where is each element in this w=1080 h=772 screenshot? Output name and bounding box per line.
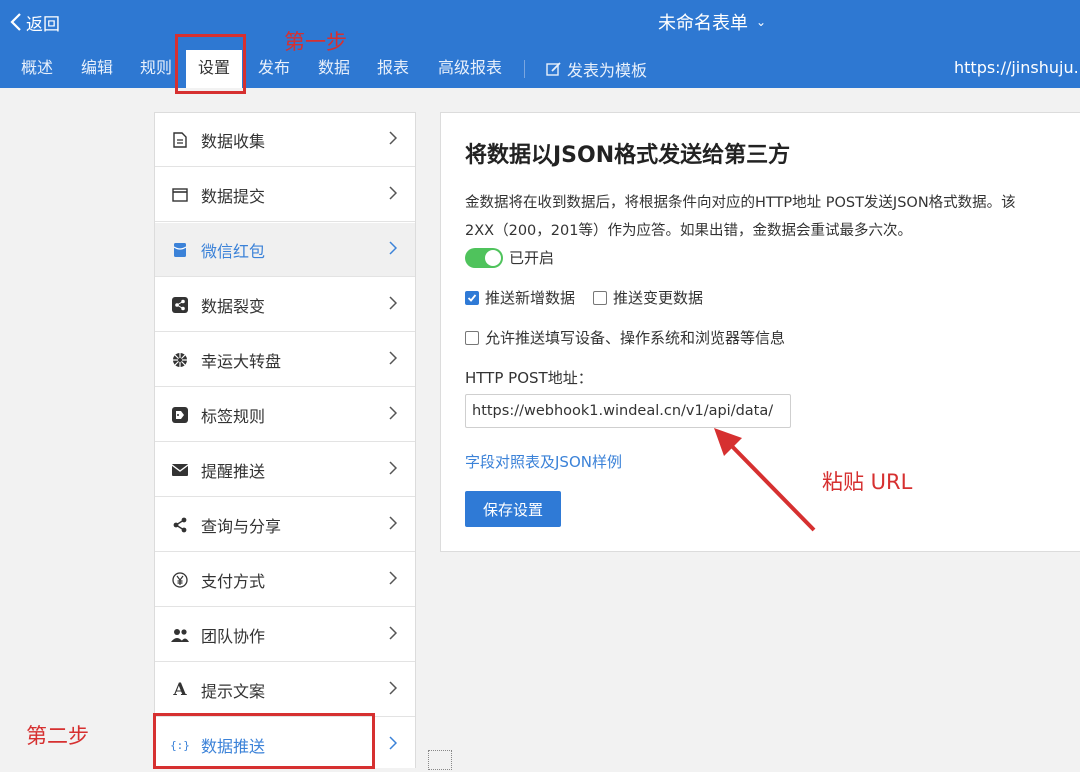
chevron-right-icon xyxy=(389,350,399,369)
chevron-down-icon: ⌄ xyxy=(756,15,767,29)
font-icon: A xyxy=(173,679,187,700)
chevron-right-icon xyxy=(389,185,399,204)
sidebar-item-label: 团队协作 xyxy=(201,626,266,646)
sidebar-item-tag-rules[interactable]: 标签规则 xyxy=(155,388,415,442)
toggle-knob xyxy=(485,249,501,266)
annotation-step1: 第一步 xyxy=(284,30,347,54)
annotation-step2: 第二步 xyxy=(26,724,89,748)
chevron-right-icon xyxy=(389,625,399,644)
top-bar: 返回 未命名表单 ⌄ 概述 编辑 规则 设置 发布 数据 报表 高级报表 发表为… xyxy=(0,0,1080,88)
edit-icon xyxy=(546,62,561,76)
settings-sidebar: 数据收集 数据提交 微信红包 数据裂变 幸运大转盘 标签规则 提醒推送 查询与分… xyxy=(154,112,416,768)
mail-icon xyxy=(171,461,189,479)
sidebar-item-label: 提醒推送 xyxy=(201,461,266,481)
nav-tabs: 概述 编辑 规则 设置 发布 数据 报表 高级报表 发表为模板 https://… xyxy=(0,50,1080,88)
share-icon xyxy=(171,516,189,534)
description-line: 金数据将在收到数据后，将根据条件向对应的HTTP地址 POST发送JSON格式数… xyxy=(465,195,1016,211)
check-icon xyxy=(467,293,477,302)
sidebar-item-prompt-text[interactable]: A 提示文案 xyxy=(155,663,415,717)
sidebar-item-label: 查询与分享 xyxy=(201,516,282,536)
annotation-arrow-icon xyxy=(714,428,816,532)
push-change-label: 推送变更数据 xyxy=(613,289,704,307)
sidebar-item-reminder-push[interactable]: 提醒推送 xyxy=(155,443,415,497)
form-url[interactable]: https://jinshuju.n xyxy=(954,50,1080,88)
window-icon xyxy=(171,186,189,204)
chevron-right-icon xyxy=(389,130,399,149)
sidebar-item-label: 数据提交 xyxy=(201,186,266,206)
chevron-right-icon xyxy=(389,515,399,534)
drag-placeholder xyxy=(428,750,452,770)
publish-template-label: 发表为模板 xyxy=(567,61,648,80)
save-settings-button[interactable]: 保存设置 xyxy=(465,491,561,527)
field-mapping-link[interactable]: 字段对照表及JSON样例 xyxy=(465,451,622,472)
push-new-checkbox[interactable] xyxy=(465,290,479,305)
sidebar-item-data-submit[interactable]: 数据提交 xyxy=(155,168,415,222)
yen-icon xyxy=(171,571,189,589)
tab-divider xyxy=(524,60,525,78)
sidebar-item-label: 标签规则 xyxy=(201,406,266,426)
toggle-label: 已开启 xyxy=(509,249,555,267)
wheel-icon xyxy=(171,351,189,369)
sidebar-item-data-collection[interactable]: 数据收集 xyxy=(155,113,415,167)
tag-icon xyxy=(171,406,189,424)
chevron-right-icon xyxy=(389,405,399,424)
sidebar-item-lucky-wheel[interactable]: 幸运大转盘 xyxy=(155,333,415,387)
publish-template-button[interactable]: 发表为模板 xyxy=(546,50,647,88)
device-info-row: 允许推送填写设备、操作系统和浏览器等信息 xyxy=(465,327,803,348)
sidebar-item-label: 数据裂变 xyxy=(201,296,266,316)
chevron-right-icon xyxy=(389,240,399,259)
sidebar-item-data-fission[interactable]: 数据裂变 xyxy=(155,278,415,332)
sidebar-item-query-share[interactable]: 查询与分享 xyxy=(155,498,415,552)
push-change-checkbox[interactable] xyxy=(593,290,608,305)
sidebar-item-label: 幸运大转盘 xyxy=(201,351,282,371)
team-icon xyxy=(171,626,189,644)
tab-overview[interactable]: 概述 xyxy=(10,50,64,88)
device-info-label: 允许推送填写设备、操作系统和浏览器等信息 xyxy=(485,329,786,347)
sidebar-item-label: 提示文案 xyxy=(201,681,266,701)
annotation-box-settings-tab xyxy=(175,34,246,94)
tab-reports[interactable]: 报表 xyxy=(366,50,420,88)
push-new-label: 推送新增数据 xyxy=(485,289,576,307)
chevron-right-icon xyxy=(389,570,399,589)
tab-advanced-reports[interactable]: 高级报表 xyxy=(430,50,510,88)
form-title: 未命名表单 xyxy=(658,13,748,34)
chevron-right-icon xyxy=(389,460,399,479)
description-line: 2XX（200，201等）作为应答。如果出错，金数据会重试最多六次。 xyxy=(465,223,912,239)
back-button[interactable]: 返回 xyxy=(10,9,60,35)
form-title-dropdown[interactable]: 未命名表单 ⌄ xyxy=(658,9,766,35)
sidebar-item-label: 支付方式 xyxy=(201,571,266,591)
push-toggle[interactable] xyxy=(465,247,503,268)
sidebar-item-label: 微信红包 xyxy=(201,241,266,261)
sidebar-item-team[interactable]: 团队协作 xyxy=(155,608,415,662)
chevron-right-icon xyxy=(389,680,399,699)
back-label: 返回 xyxy=(26,14,60,35)
annotation-paste-url: 粘贴 URL xyxy=(822,470,913,494)
push-toggle-row: 已开启 xyxy=(465,247,554,268)
sidebar-item-label: 数据收集 xyxy=(201,131,266,151)
red-packet-icon xyxy=(171,241,189,259)
document-icon xyxy=(171,131,189,149)
chevron-left-icon xyxy=(10,13,21,31)
panel-description: 金数据将在收到数据后，将根据条件向对应的HTTP地址 POST发送JSON格式数… xyxy=(465,189,1080,245)
tab-edit[interactable]: 编辑 xyxy=(70,50,124,88)
chevron-right-icon xyxy=(389,736,399,754)
sidebar-item-payment[interactable]: 支付方式 xyxy=(155,553,415,607)
device-info-checkbox[interactable] xyxy=(465,330,479,345)
sidebar-item-wechat-red-packet[interactable]: 微信红包 xyxy=(155,223,415,277)
post-url-label: HTTP POST地址： xyxy=(465,369,593,387)
annotation-box-data-push xyxy=(153,713,375,769)
chevron-right-icon xyxy=(389,295,399,314)
push-options-row: 推送新增数据 推送变更数据 xyxy=(465,287,721,308)
share-box-icon xyxy=(171,296,189,314)
panel-title: 将数据以JSON格式发送给第三方 xyxy=(465,143,791,168)
